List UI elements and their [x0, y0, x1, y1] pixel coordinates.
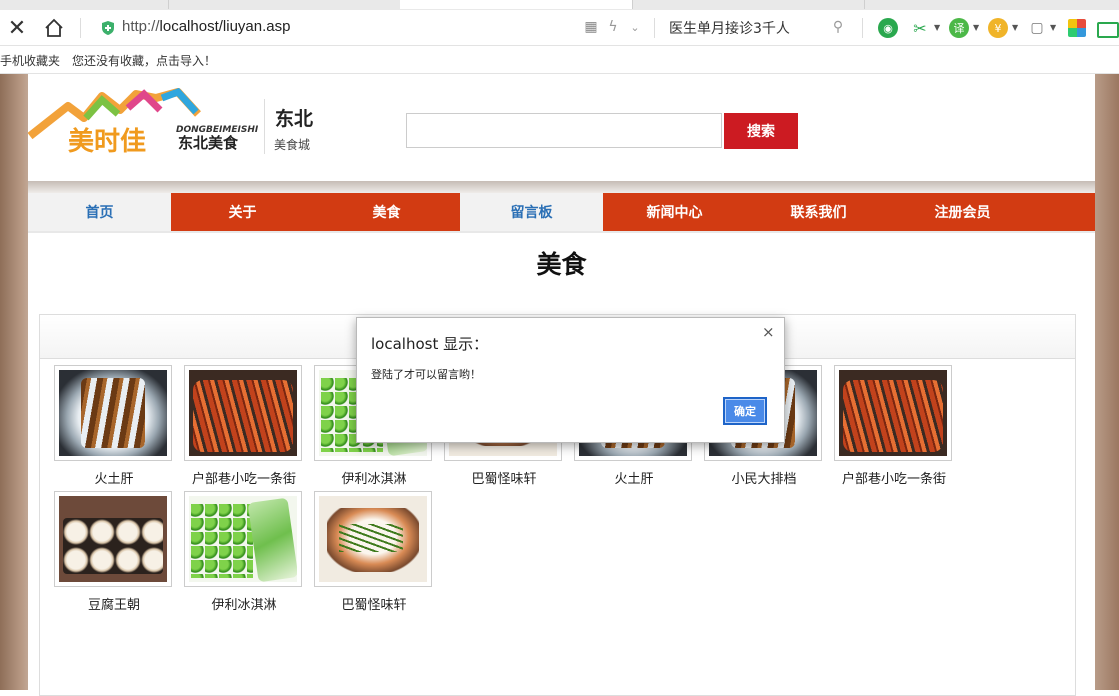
close-icon[interactable]: ×: [762, 323, 775, 341]
site-logo[interactable]: 美时佳 DONGBEIMEISHI 东北美食: [27, 87, 260, 158]
url-field[interactable]: http://localhost/liuyan.asp: [122, 18, 290, 35]
nav-food[interactable]: 美食: [315, 193, 458, 231]
main-nav: 首页 关于 美食 留言板 新闻中心 联系我们 注册会员: [28, 193, 1095, 233]
alert-dialog: localhost 显示： × 登陆了才可以留言哟！ 确定: [356, 317, 785, 443]
home-icon[interactable]: [42, 16, 66, 40]
nav-contact[interactable]: 联系我们: [747, 193, 890, 231]
food-thumbnail[interactable]: [184, 365, 302, 461]
food-thumbnail[interactable]: [834, 365, 952, 461]
food-caption[interactable]: 伊利冰淇淋: [314, 468, 434, 487]
url-scheme: http://: [122, 18, 160, 35]
divider: [80, 18, 81, 38]
apps-icon[interactable]: [1068, 19, 1086, 37]
address-bar-row: ✕ http://localhost/liuyan.asp ▦ ϟ ⌄ 医生单月…: [0, 10, 1119, 46]
chevron-down-icon[interactable]: ▼: [973, 23, 979, 32]
divider: [654, 18, 655, 38]
food-image: [839, 370, 947, 456]
battery-icon[interactable]: [1097, 22, 1119, 38]
food-image: [59, 496, 167, 582]
gallery-item[interactable]: 伊利冰淇淋: [184, 491, 304, 613]
search-icon[interactable]: ⚲: [830, 19, 846, 35]
translate-icon[interactable]: 译: [949, 18, 969, 38]
search-suggestion[interactable]: 医生单月接诊3千人: [669, 18, 790, 38]
browser-tab[interactable]: [632, 0, 865, 9]
chevron-down-icon[interactable]: ▼: [1050, 23, 1056, 32]
chevron-down-icon[interactable]: ▼: [934, 23, 940, 32]
dialog-message: 登陆了才可以留言哟！: [371, 368, 481, 381]
chat-extension-icon[interactable]: ◉: [878, 18, 898, 38]
food-thumbnail[interactable]: [314, 491, 432, 587]
image-icon[interactable]: ▢: [1027, 18, 1047, 38]
food-image: [189, 496, 297, 582]
site-header: 美时佳 DONGBEIMEISHI 东北美食 东北 美食城 搜索: [27, 74, 1095, 181]
food-image: [319, 496, 427, 582]
food-image: [59, 370, 167, 456]
food-thumbnail[interactable]: [184, 491, 302, 587]
browser-tab[interactable]: [168, 0, 401, 9]
site-search-input[interactable]: [406, 113, 722, 148]
main-content: 美食 火土肝 户部巷小吃一条街 伊利冰淇淋 巴蜀怪味轩 火土肝 小民大排档 户部巷小吃一条街…: [28, 233, 1095, 696]
svg-text:美时佳: 美时佳: [68, 126, 146, 157]
lightning-icon[interactable]: ϟ: [605, 19, 621, 35]
gallery-item[interactable]: 户部巷小吃一条街: [184, 365, 304, 487]
gallery-item[interactable]: 火土肝: [54, 365, 174, 487]
logo-divider: [264, 99, 265, 154]
site-search-button[interactable]: 搜索: [724, 113, 798, 149]
food-caption[interactable]: 户部巷小吃一条街: [834, 468, 954, 487]
qr-icon[interactable]: ▦: [583, 19, 599, 35]
nav-guestbook[interactable]: 留言板: [460, 193, 603, 231]
svg-text:东北美食: 东北美食: [178, 134, 239, 152]
browser-tab[interactable]: [0, 0, 169, 9]
food-image: [189, 370, 297, 456]
brand-subtitle: 美食城: [274, 138, 311, 152]
browser-tab-active[interactable]: [400, 0, 633, 9]
url-host: localhost/liuyan.asp: [159, 18, 291, 35]
food-caption[interactable]: 巴蜀怪味轩: [314, 594, 434, 613]
food-caption[interactable]: 火土肝: [54, 468, 174, 487]
nav-register[interactable]: 注册会员: [891, 193, 1034, 231]
chevron-down-icon[interactable]: ⌄: [628, 19, 642, 35]
scissors-icon[interactable]: ✂: [910, 18, 930, 38]
ok-button[interactable]: 确定: [723, 397, 767, 425]
page-title: 美食: [536, 250, 587, 279]
food-caption[interactable]: 小民大排档: [704, 468, 824, 487]
divider: [862, 18, 863, 38]
food-caption[interactable]: 豆腐王朝: [54, 594, 174, 613]
dialog-title: localhost 显示：: [371, 335, 489, 353]
bookmark-folder-mobile[interactable]: 手机收藏夹: [0, 52, 60, 69]
food-caption[interactable]: 巴蜀怪味轩: [444, 468, 564, 487]
gallery-item[interactable]: 巴蜀怪味轩: [314, 491, 434, 613]
food-thumbnail[interactable]: [54, 365, 172, 461]
nav-news[interactable]: 新闻中心: [603, 193, 746, 231]
close-icon[interactable]: ✕: [6, 16, 28, 41]
brand-name: 东北: [275, 108, 314, 130]
food-caption[interactable]: 火土肝: [574, 468, 694, 487]
shield-icon: [100, 20, 116, 36]
bookmark-import-hint[interactable]: 您还没有收藏，点击导入！: [72, 52, 216, 69]
header-shadow-band: [28, 181, 1095, 193]
food-caption[interactable]: 户部巷小吃一条街: [184, 468, 304, 487]
food-caption[interactable]: 伊利冰淇淋: [184, 594, 304, 613]
nav-about[interactable]: 关于: [171, 193, 314, 231]
gallery-item[interactable]: 豆腐王朝: [54, 491, 174, 613]
coin-icon[interactable]: ¥: [988, 18, 1008, 38]
gallery-item[interactable]: 户部巷小吃一条街: [834, 365, 954, 487]
bookmarks-bar: 手机收藏夹 您还没有收藏，点击导入！: [0, 46, 1119, 74]
nav-home[interactable]: 首页: [28, 193, 171, 231]
food-thumbnail[interactable]: [54, 491, 172, 587]
chevron-down-icon[interactable]: ▼: [1012, 23, 1018, 32]
